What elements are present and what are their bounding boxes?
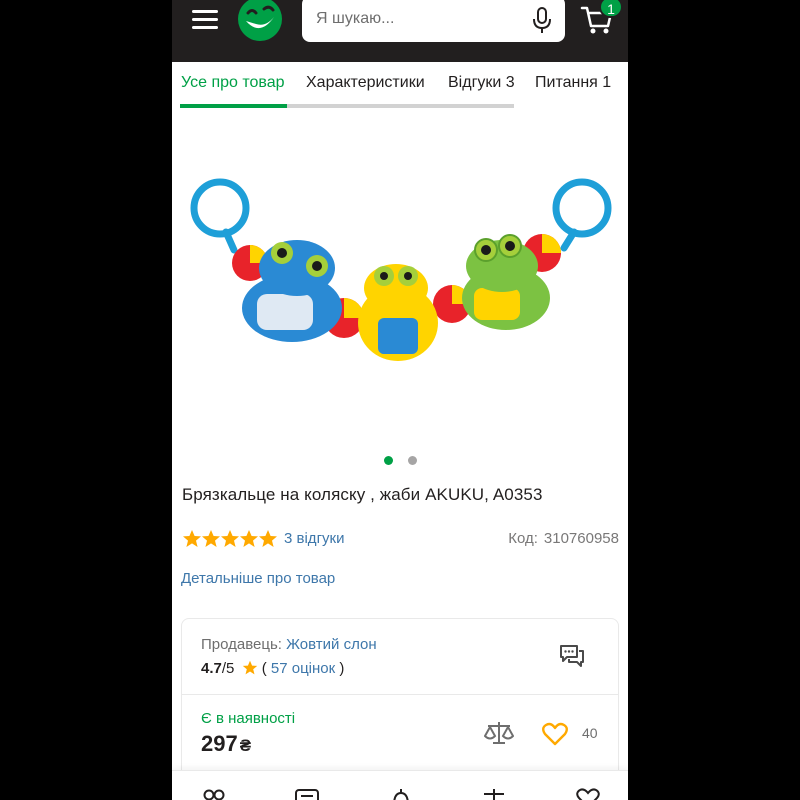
product-details-link[interactable]: Детальніше про товар — [181, 570, 335, 587]
tab-reviews[interactable]: Відгуки 3 — [448, 74, 515, 92]
rating-open-paren: ( — [261, 660, 267, 677]
seller-rating: 4.7/5 ( 57 оцінок ) — [201, 660, 344, 677]
cart-count-badge: 1 — [599, 0, 623, 18]
compare-nav-icon[interactable] — [480, 787, 508, 800]
menu-icon[interactable] — [192, 8, 218, 32]
rating-close-paren: ) — [339, 660, 345, 677]
star-icon — [240, 530, 258, 547]
product-image[interactable] — [172, 118, 628, 446]
availability-status: Є в наявності — [201, 710, 296, 727]
tab-all-about-product[interactable]: Усе про товар — [181, 74, 285, 92]
product-tabs: Усе про товар Характеристики Відгуки 3 П… — [172, 62, 628, 110]
gallery-pagination — [172, 455, 628, 467]
favorite-heart-icon[interactable] — [542, 722, 568, 746]
star-icon — [242, 660, 257, 675]
list-icon[interactable] — [293, 787, 321, 800]
price-currency: ₴ — [239, 736, 252, 755]
top-header: 1 — [172, 0, 628, 62]
seller-label: Продавець: — [201, 636, 282, 653]
product-page: 1 Усе про товар Характеристики Відгуки 3… — [172, 0, 628, 800]
bottom-navigation — [172, 770, 628, 800]
seller-rating-value: 4.7 — [201, 660, 222, 677]
active-tab-indicator — [180, 104, 287, 108]
price: 297 ₴ — [201, 731, 251, 757]
star-icon — [259, 530, 277, 547]
seller-rating-scale: /5 — [221, 660, 235, 677]
logo[interactable] — [236, 0, 284, 41]
price-value: 297 — [201, 731, 238, 756]
tab-questions[interactable]: Питання 1 — [535, 74, 611, 92]
star-icon — [221, 530, 239, 547]
seller-rating-count-link[interactable]: 57 оцінок — [271, 660, 335, 677]
product-code: Код: 310760958 — [508, 530, 619, 547]
card-divider — [182, 694, 618, 695]
favorites-count: 40 — [582, 725, 598, 741]
microphone-icon[interactable] — [530, 6, 554, 34]
gallery-dot[interactable] — [408, 456, 417, 465]
product-title: Брязкальце на коляску , жаби AKUKU, A035… — [182, 485, 543, 504]
tab-characteristics[interactable]: Характеристики — [306, 74, 425, 92]
chat-icon[interactable] — [558, 642, 586, 670]
catalog-icon[interactable] — [200, 787, 228, 800]
seller-name-link[interactable]: Жовтий слон — [286, 636, 377, 653]
product-code-value: 310760958 — [543, 530, 619, 547]
gallery-dot-active[interactable] — [384, 456, 393, 465]
notifications-icon[interactable] — [387, 787, 415, 800]
wishlist-icon[interactable] — [574, 787, 602, 800]
star-icon — [183, 530, 201, 547]
seller-info: Продавець: Жовтий слон — [201, 636, 377, 653]
star-icon — [202, 530, 220, 547]
product-code-label: Код: — [508, 530, 538, 547]
reviews-link[interactable]: 3 відгуки — [284, 530, 344, 547]
compare-icon[interactable] — [484, 719, 514, 747]
search-input[interactable] — [302, 0, 565, 42]
